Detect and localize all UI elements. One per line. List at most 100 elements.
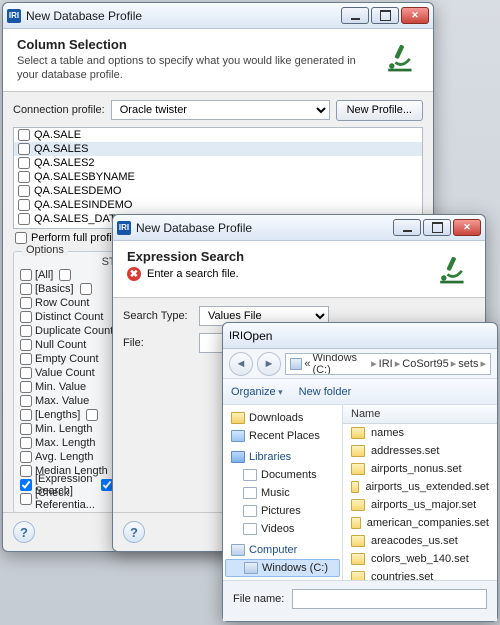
tree-node[interactable]: Documents	[225, 466, 340, 484]
option-row[interactable]: Max. Length	[20, 436, 126, 450]
table-checkbox[interactable]	[18, 129, 30, 141]
minimize-button[interactable]	[341, 7, 369, 24]
drive-icon	[244, 562, 258, 574]
search-type-label: Search Type:	[123, 310, 193, 322]
page-title: Expression Search	[127, 249, 421, 264]
option-row[interactable]: Row Count	[20, 296, 126, 310]
file-icon	[351, 445, 365, 457]
close-button[interactable]	[401, 7, 429, 24]
window-title: New Database Profile	[136, 221, 393, 235]
close-button[interactable]	[453, 219, 481, 236]
table-row[interactable]: QA.SALESBYNAME	[14, 170, 422, 184]
titlebar[interactable]: IRI New Database Profile	[3, 3, 433, 29]
app-icon: IRI	[7, 9, 21, 23]
full-profile-checkbox[interactable]	[15, 232, 27, 244]
file-open-dialog: IRI Open ◄ ► « Windows (C:)▸ IRI▸ CoSort…	[222, 322, 498, 622]
file-row[interactable]: areacodes_us.set	[343, 532, 497, 550]
option-row[interactable]: [Check Referentia...	[20, 492, 126, 506]
options-group-title: Options	[22, 244, 68, 256]
tree-group[interactable]: Computer	[225, 541, 340, 559]
help-button[interactable]: ?	[123, 521, 145, 543]
option-row[interactable]: Value Count	[20, 366, 126, 380]
file-row[interactable]: airports_us_extended.set	[343, 478, 497, 496]
filename-input[interactable]	[292, 589, 487, 609]
videos-icon	[243, 523, 257, 535]
microscope-icon	[379, 37, 419, 77]
page-title: Column Selection	[17, 37, 369, 52]
file-icon	[351, 535, 365, 547]
option-row[interactable]: Null Count	[20, 338, 126, 352]
maximize-button[interactable]	[371, 7, 399, 24]
app-icon: IRI	[229, 330, 243, 342]
recent-icon	[231, 430, 245, 442]
file-row[interactable]: american_companies.set	[343, 514, 497, 532]
nav-tree[interactable]: Downloads Recent Places Libraries Docume…	[223, 405, 343, 580]
option-row[interactable]: Max. Value	[20, 394, 126, 408]
table-checkbox[interactable]	[18, 199, 30, 211]
folder-icon	[231, 412, 245, 424]
tree-node[interactable]: Videos	[225, 520, 340, 538]
tree-node-selected[interactable]: Windows (C:)	[225, 559, 340, 577]
table-checkbox[interactable]	[18, 157, 30, 169]
option-row[interactable]: Min. Length	[20, 422, 126, 436]
connection-profile-label: Connection profile:	[13, 104, 105, 116]
error-icon: ✖	[127, 267, 141, 281]
file-row[interactable]: airports_nonus.set	[343, 460, 497, 478]
file-row[interactable]: airports_us_major.set	[343, 496, 497, 514]
file-icon	[351, 571, 365, 580]
forward-button[interactable]: ►	[257, 352, 281, 376]
option-row[interactable]: [Basics]	[20, 282, 126, 296]
error-message: Enter a search file.	[147, 268, 239, 280]
file-icon	[351, 517, 361, 529]
app-icon: IRI	[117, 221, 131, 235]
file-icon	[351, 499, 365, 511]
tree-node[interactable]: Music	[225, 484, 340, 502]
table-row[interactable]: QA.SALES2	[14, 156, 422, 170]
option-row[interactable]: [All]	[20, 268, 126, 282]
table-row[interactable]: QA.SALE	[14, 128, 422, 142]
titlebar[interactable]: IRI New Database Profile	[113, 215, 485, 241]
tree-node[interactable]: Downloads	[225, 409, 340, 427]
table-checkbox[interactable]	[18, 213, 30, 225]
music-icon	[243, 487, 257, 499]
column-header[interactable]: Name	[343, 405, 497, 424]
table-row[interactable]: QA.SALESINDEMO	[14, 198, 422, 212]
option-row[interactable]: Duplicate Count	[20, 324, 126, 338]
new-folder-button[interactable]: New folder	[299, 386, 352, 398]
breadcrumb[interactable]: « Windows (C:)▸ IRI▸ CoSort95▸ sets▸	[285, 353, 491, 375]
connection-profile-select[interactable]: Oracle twister	[111, 100, 330, 120]
file-icon	[351, 481, 359, 493]
help-button[interactable]: ?	[13, 521, 35, 543]
option-row[interactable]: Avg. Length	[20, 450, 126, 464]
filename-label: File name:	[233, 593, 284, 605]
organize-menu[interactable]: Organize	[231, 386, 283, 398]
page-subtitle: Select a table and options to specify wh…	[17, 55, 369, 83]
tree-node[interactable]: Pictures	[225, 502, 340, 520]
option-row[interactable]: Distinct Count	[20, 310, 126, 324]
maximize-button[interactable]	[423, 219, 451, 236]
file-icon	[351, 463, 365, 475]
option-row[interactable]: Empty Count	[20, 352, 126, 366]
table-row[interactable]: QA.SALES	[14, 142, 422, 156]
tree-node[interactable]: Recent Places	[225, 427, 340, 445]
folder-icon	[351, 427, 365, 439]
option-row[interactable]: [Lengths]	[20, 408, 126, 422]
titlebar[interactable]: IRI Open	[223, 323, 497, 349]
file-row[interactable]: names	[343, 424, 497, 442]
file-list[interactable]: Name names addresses.set airports_nonus.…	[343, 405, 497, 580]
new-profile-button[interactable]: New Profile...	[336, 100, 423, 121]
table-checkbox[interactable]	[18, 185, 30, 197]
tree-group[interactable]: Libraries	[225, 448, 340, 466]
file-label: File:	[123, 337, 193, 349]
file-row[interactable]: addresses.set	[343, 442, 497, 460]
option-row[interactable]: Min. Value	[20, 380, 126, 394]
file-row[interactable]: countries.set	[343, 568, 497, 580]
minimize-button[interactable]	[393, 219, 421, 236]
file-row[interactable]: colors_web_140.set	[343, 550, 497, 568]
table-checkbox[interactable]	[18, 171, 30, 183]
table-checkbox[interactable]	[18, 143, 30, 155]
back-button[interactable]: ◄	[229, 352, 253, 376]
window-title: New Database Profile	[26, 9, 341, 23]
table-row[interactable]: QA.SALESDEMO	[14, 184, 422, 198]
file-icon	[351, 553, 365, 565]
